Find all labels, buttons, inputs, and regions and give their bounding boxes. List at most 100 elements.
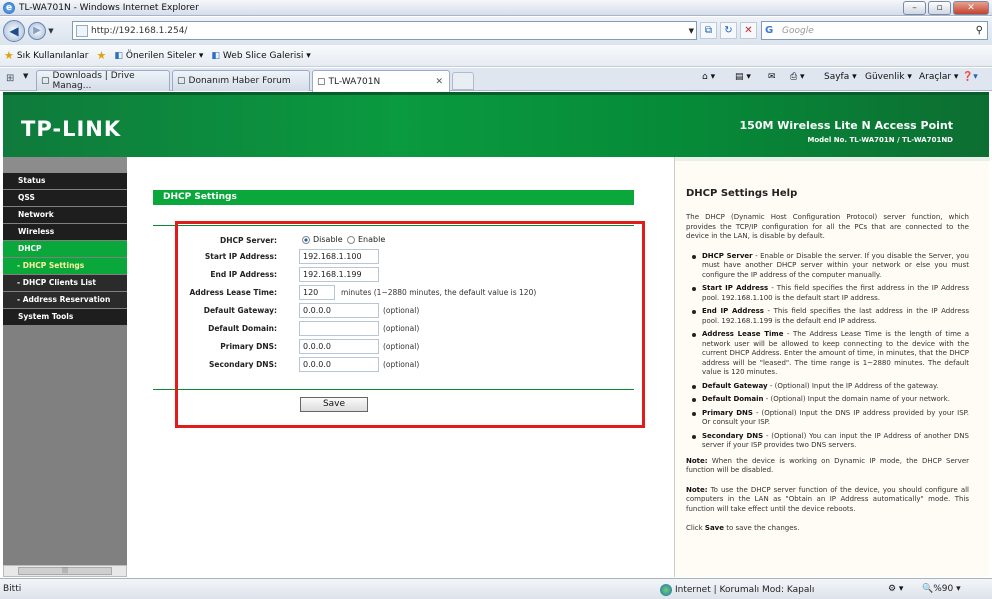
stop-icon[interactable]: ✕ — [740, 22, 757, 39]
help-list: DHCP Server - Enable or Disable the serv… — [686, 252, 969, 451]
google-icon: G — [765, 25, 774, 36]
sidebar-item-status[interactable]: Status — [3, 173, 127, 189]
title-bar: e TL-WA701N - Windows Internet Explorer … — [0, 0, 992, 16]
history-dropdown-icon[interactable]: ▼ — [46, 27, 56, 35]
help-term: Address Lease Time — [702, 330, 784, 338]
search-box[interactable]: G Google ⚲ — [761, 21, 988, 40]
help-term: End IP Address — [702, 307, 764, 315]
security-menu[interactable]: Güvenlik ▾ — [865, 72, 912, 82]
status-bar: Bitti Internet | Korumalı Mod: Kapalı ⚙ … — [0, 578, 992, 599]
feeds-button[interactable]: ▤ ▾ — [735, 72, 751, 82]
help-top-strip — [675, 157, 990, 161]
note-label: Note: — [686, 485, 708, 494]
forward-button[interactable]: ▶ — [28, 22, 46, 40]
web-slice-link[interactable]: ◧ Web Slice Galerisi ▾ — [211, 51, 310, 61]
status-text: Bitti — [3, 584, 22, 594]
sidebar-top-strip — [3, 157, 127, 173]
print-button[interactable]: ⎙ ▾ — [790, 72, 805, 82]
suggested-sites-icon: ◧ — [114, 50, 123, 61]
back-button[interactable]: ◀ — [3, 20, 25, 42]
window-controls: – ▫ ✕ — [903, 1, 989, 15]
help-text: - (Optional) Input the domain name of yo… — [763, 395, 950, 403]
search-icon[interactable]: ⚲ — [976, 25, 983, 36]
maximize-button[interactable]: ▫ — [928, 1, 951, 15]
help-item: Address Lease Time - The Address Lease T… — [692, 330, 969, 378]
sidebar-item-system-tools[interactable]: System Tools — [3, 309, 127, 325]
tab-page-icon: ▢ — [317, 76, 326, 87]
web-slice-label: Web Slice Galerisi ▾ — [222, 50, 311, 61]
sidebar-menu: Status QSS Network Wireless DHCP - DHCP … — [3, 157, 127, 577]
tab-tl-wa701n[interactable]: ▢ TL-WA701N ✕ — [312, 70, 450, 92]
favorites-button[interactable]: ★ Sık Kullanılanlar — [4, 49, 88, 62]
favorites-bar: ★ Sık Kullanılanlar ★ ◧ Önerilen Siteler… — [0, 45, 992, 67]
mail-button[interactable]: ✉ — [768, 72, 776, 82]
sidebar-item-wireless[interactable]: Wireless — [3, 224, 127, 240]
navigation-bar: ◀ ▶ ▼ http://192.168.1.254/ ▼ ⧉ ↻ ✕ G Go… — [0, 17, 992, 45]
tools-menu[interactable]: Araçlar ▾ — [919, 72, 958, 82]
help-term: DHCP Server — [702, 251, 753, 260]
help-term: Default Domain — [702, 395, 764, 403]
internet-globe-icon — [660, 584, 672, 596]
add-favorite-button[interactable]: ★ — [96, 49, 106, 62]
tab-label: Downloads | Drive Manag... — [52, 71, 135, 91]
help-click-save: Click Save to save the changes. — [686, 524, 969, 534]
help-note-2: Note: To use the DHCP server function of… — [686, 486, 969, 515]
sidebar-item-address-reservation[interactable]: - Address Reservation — [3, 292, 127, 308]
zoom-level[interactable]: 🔍%90 ▾ — [922, 584, 961, 594]
ie-logo-icon: e — [3, 1, 15, 14]
tab-list-dropdown-icon[interactable]: ▼ — [23, 72, 28, 80]
search-input[interactable]: Google — [782, 26, 814, 36]
nav-tools: ⧉ ↻ ✕ — [700, 22, 757, 39]
tab-bar: ⊞ ▼ ▢ Downloads | Drive Manag... ▢ Donan… — [0, 68, 992, 92]
security-zone[interactable]: Internet | Korumalı Mod: Kapalı — [660, 584, 814, 596]
refresh-icon[interactable]: ↻ — [720, 22, 737, 39]
highlight-annotation — [175, 221, 645, 428]
sidebar-item-dhcp-settings[interactable]: - DHCP Settings — [3, 258, 127, 274]
sidebar-item-qss[interactable]: QSS — [3, 190, 127, 206]
minimize-button[interactable]: – — [903, 1, 926, 15]
address-bar[interactable]: http://192.168.1.254/ ▼ — [72, 21, 697, 40]
compatibility-icon[interactable]: ⧉ — [700, 22, 717, 39]
section-title: DHCP Settings — [153, 190, 634, 205]
help-term: Start IP Address — [702, 284, 769, 292]
help-intro: The DHCP (Dynamic Host Configuration Pro… — [686, 213, 969, 240]
page-menu[interactable]: Sayfa ▾ — [824, 72, 857, 82]
sidebar-item-dhcp-clients-list[interactable]: - DHCP Clients List — [3, 275, 127, 291]
home-button[interactable]: ⌂ ▾ — [702, 72, 715, 82]
help-title: DHCP Settings Help — [686, 188, 798, 199]
tab-page-icon: ▢ — [41, 76, 50, 86]
protected-mode-icon[interactable]: ⚙ ▾ — [888, 584, 903, 594]
sidebar-item-dhcp[interactable]: DHCP — [3, 241, 127, 257]
zoom-text: %90 — [933, 584, 954, 594]
click-post: to save the changes. — [723, 524, 800, 532]
tab-page-icon: ▢ — [177, 76, 186, 86]
help-item: Primary DNS - (Optional) Input the DNS I… — [692, 409, 969, 428]
address-dropdown-icon[interactable]: ▼ — [689, 27, 694, 35]
tplink-banner: TP-LINK 150M Wireless Lite N Access Poin… — [3, 92, 989, 157]
tplink-logo: TP-LINK — [21, 117, 122, 141]
close-button[interactable]: ✕ — [953, 1, 989, 15]
note-text: To use the DHCP server function of the d… — [686, 485, 969, 513]
sidebar-item-network[interactable]: Network — [3, 207, 127, 223]
product-name: 150M Wireless Lite N Access Point — [739, 119, 953, 132]
favorites-label: Sık Kullanılanlar — [16, 50, 89, 61]
help-item: Start IP Address - This field specifies … — [692, 284, 969, 303]
tab-label: TL-WA701N — [328, 76, 381, 87]
note-label: Note: — [686, 456, 708, 465]
scrollbar-thumb[interactable]: ||| — [18, 567, 112, 575]
help-term: Secondary DNS — [702, 431, 764, 440]
address-input[interactable]: http://192.168.1.254/ — [91, 26, 187, 36]
tab-downloads[interactable]: ▢ Downloads | Drive Manag... — [36, 70, 170, 91]
sidebar-horizontal-scrollbar[interactable]: ||| — [3, 565, 127, 577]
suggested-sites-link[interactable]: ◧ Önerilen Siteler ▾ — [114, 51, 203, 61]
help-icon[interactable]: ❓▾ — [962, 72, 978, 82]
help-body: The DHCP (Dynamic Host Configuration Pro… — [686, 213, 969, 540]
help-item: DHCP Server - Enable or Disable the serv… — [692, 251, 969, 281]
quick-tabs-icon[interactable]: ⊞ — [6, 72, 20, 86]
tab-donanim[interactable]: ▢ Donanım Haber Forum — [172, 70, 310, 91]
model-number: Model No. TL-WA701N / TL-WA701ND — [807, 136, 953, 144]
tab-close-icon[interactable]: ✕ — [435, 77, 443, 87]
new-tab-button[interactable] — [452, 72, 474, 90]
note-text: When the device is working on Dynamic IP… — [686, 456, 969, 475]
help-text: - (Optional) Input the IP Address of the… — [767, 381, 939, 390]
